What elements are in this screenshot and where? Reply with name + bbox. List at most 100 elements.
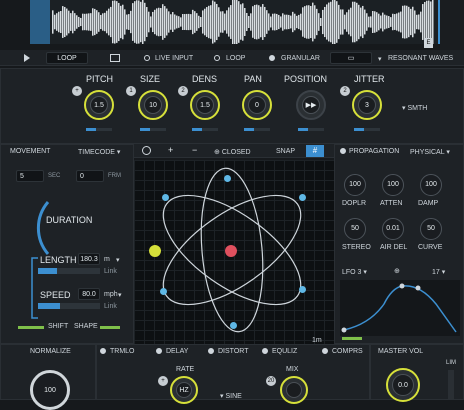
preset-name[interactable]: RESONANT WAVES [388,55,453,62]
orbit-node[interactable] [299,194,306,201]
file-icon[interactable] [110,54,120,62]
lfo-meter[interactable] [342,337,362,340]
knob-label-3: PAN [244,74,262,84]
length-slider[interactable] [38,268,100,274]
loop-radio[interactable] [214,55,220,61]
fx-toggle-2[interactable] [208,348,214,354]
prop-knob-1[interactable]: 100 [382,174,404,196]
fx-toggle-0[interactable] [100,348,106,354]
knob-value-0: 1.5 [90,96,108,114]
knob-mod-slider-1[interactable] [140,128,166,131]
pitch-add-icon[interactable]: + [72,86,82,96]
prop-knob-0[interactable]: 100 [344,174,366,196]
lfo-steps[interactable]: 17 ▾ [432,268,445,276]
sine-dropdown[interactable]: ▾ SINE [220,392,242,400]
prop-knob-2[interactable]: 100 [420,174,442,196]
fx-tab-3[interactable]: EQULIZ [272,348,297,355]
fx-tab-1[interactable]: DELAY [166,348,188,355]
physical-label: PHYSICAL [410,149,445,156]
orbit-node[interactable] [299,286,306,293]
speed-link[interactable]: Link [104,303,117,310]
prop-knob-3[interactable]: 50 [344,218,366,240]
waveform-graphic [30,0,440,47]
smth-dropdown[interactable]: ▾ SMTH [402,104,427,112]
knob-4[interactable]: ▶▶ [296,90,326,120]
knob-mod-slider-3[interactable] [244,128,270,131]
limiter-meter[interactable] [448,370,454,400]
speed-unit-chevron-icon[interactable]: ▾ [118,291,122,299]
fx-toggle-1[interactable] [156,348,162,354]
fx-toggle-3[interactable] [262,348,268,354]
length-label: LENGTH [40,255,77,265]
knob-badge-1: 1 [126,86,136,96]
fx-tab-0[interactable]: TRMLO [110,348,135,355]
propagation-toggle[interactable] [340,148,346,154]
lfo-add-icon[interactable]: ⊕ [394,267,400,275]
fx-tab-2[interactable]: DISTORT [218,348,248,355]
length-field[interactable]: 180.3 [78,253,100,265]
speed-slider[interactable] [38,303,100,309]
snap-button[interactable]: SNAP [276,148,295,155]
scroll-track[interactable] [440,0,464,50]
knob-1[interactable]: 10 [138,90,168,120]
loop-button[interactable]: LOOP [46,52,88,64]
timecode-dropdown[interactable]: TIMECODE ▾ [78,148,120,156]
knob-mod-slider-5[interactable] [354,128,380,131]
speed-field[interactable]: 80.0 [78,288,100,300]
normalize-knob[interactable]: 100 [30,370,70,410]
prop-value-3: 50 [351,225,359,232]
lfo-label: LFO 3 [342,269,362,276]
knob-value-3: 0 [248,96,266,114]
prop-label-3: STEREO [342,244,371,251]
master-knob[interactable]: 0.0 [386,368,420,402]
play-icon[interactable] [24,54,30,62]
closed-toggle[interactable]: ⊕ CLOSED [214,148,251,156]
listener-red-node[interactable] [225,245,237,257]
waveform-display[interactable] [30,0,440,47]
granular-radio[interactable] [269,55,275,61]
knob-5[interactable]: 3 [352,90,382,120]
knob-0[interactable]: 1.5 [84,90,114,120]
rate-label: RATE [176,366,195,373]
grain-knobs-panel [0,68,464,144]
loop-label: LOOP [226,55,246,62]
search-icon[interactable] [142,146,151,155]
zoom-out-icon[interactable]: − [192,145,197,155]
fx-tab-4[interactable]: COMPRS [332,348,363,355]
lfo-curve [341,283,457,333]
knob-mod-slider-2[interactable] [192,128,218,131]
lfo-graph[interactable] [340,280,460,336]
frames-field[interactable]: 0 [76,170,104,182]
scale-label: 1m [312,337,322,344]
orbit-node[interactable] [162,194,169,201]
knob-3[interactable]: 0 [242,90,272,120]
live-input-radio[interactable] [144,55,150,61]
source-yellow-node[interactable] [149,245,161,257]
orbit-node[interactable] [160,288,167,295]
seconds-field[interactable]: 5 [16,170,44,182]
prop-knob-4[interactable]: 0.01 [382,218,404,240]
knob-label-0: PITCH [86,74,113,84]
grid-icon[interactable]: # [306,145,324,157]
speed-unit: mph [104,291,118,298]
lfo-dropdown[interactable]: LFO 3 ▾ [342,268,367,276]
zoom-in-icon[interactable]: + [168,145,173,155]
prop-knob-5[interactable]: 50 [420,218,442,240]
orbit-node[interactable] [224,175,231,182]
shape-meter[interactable] [100,326,120,329]
orbit-node[interactable] [230,322,237,329]
folder-button[interactable]: ▭ [330,52,372,64]
physical-dropdown[interactable]: PHYSICAL ▾ [410,148,450,156]
knob-value-2: 1.5 [196,96,214,114]
end-marker[interactable]: E [424,38,433,48]
length-unit-chevron-icon[interactable]: ▾ [116,256,120,264]
length-link[interactable]: Link [104,268,117,275]
knob-2[interactable]: 1.5 [190,90,220,120]
knob-mod-slider-0[interactable] [86,128,112,131]
rate-add-icon[interactable]: + [158,376,168,386]
fx-toggle-4[interactable] [322,348,328,354]
preset-chevron-icon[interactable]: ▾ [378,55,382,63]
prop-label-0: DOPLR [342,200,367,207]
knob-mod-slider-4[interactable] [298,128,324,131]
shift-meter[interactable] [18,326,44,329]
